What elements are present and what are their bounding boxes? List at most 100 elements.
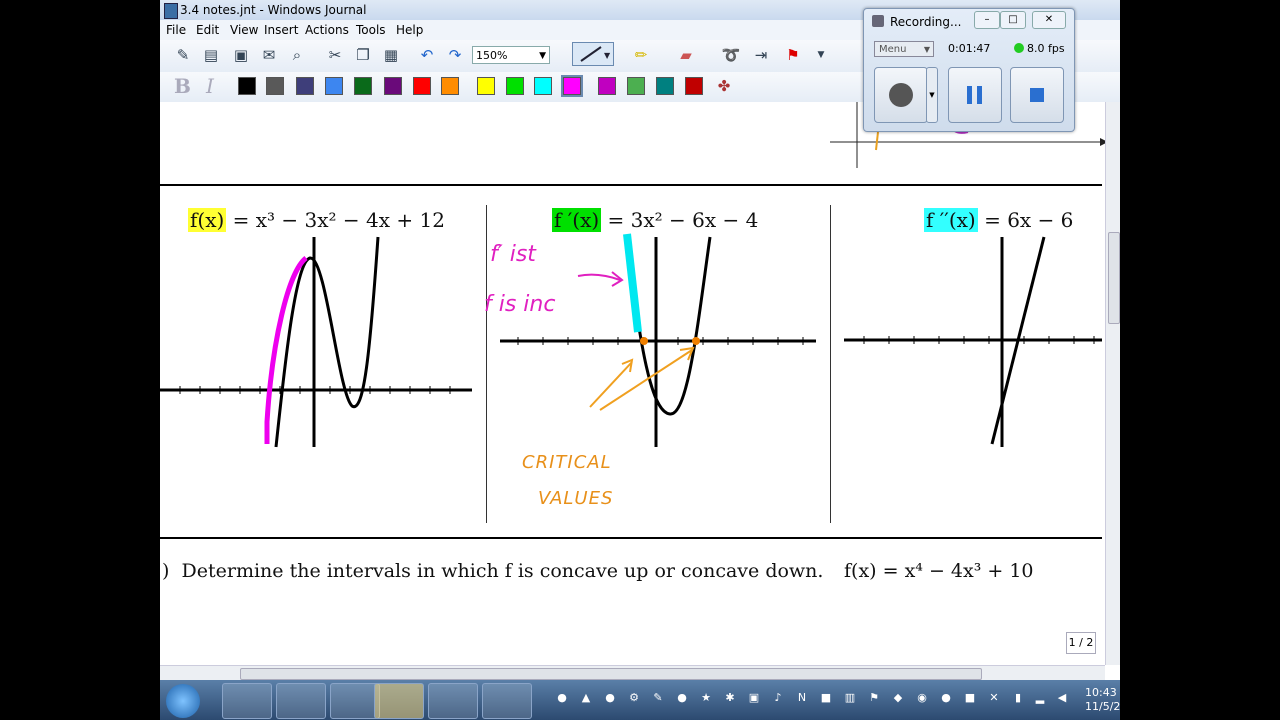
color-swatch[interactable]: [441, 77, 459, 95]
color-swatch[interactable]: [627, 77, 645, 95]
tray-icon-19[interactable]: ✕: [988, 692, 1000, 704]
chevron-down-icon: ▼: [923, 45, 930, 54]
fps-value: 8.0 fps: [1027, 42, 1065, 55]
tray-icon-11[interactable]: N: [796, 692, 808, 704]
chevron-down-icon[interactable]: ▼: [810, 44, 832, 66]
vertical-scroll-thumb[interactable]: [1108, 232, 1120, 324]
lasso-icon[interactable]: ➰: [720, 44, 742, 66]
eraser-icon[interactable]: ▰: [675, 44, 697, 66]
save-icon[interactable]: ▣: [230, 44, 252, 66]
record-icon: [889, 83, 913, 107]
clock-date: 11/5/20: [1085, 700, 1120, 713]
color-swatch[interactable]: [354, 77, 372, 95]
color-swatch[interactable]: [506, 77, 524, 95]
tray-icon-2[interactable]: ▲: [580, 692, 592, 704]
color-swatch[interactable]: [238, 77, 256, 95]
bluetooth-icon[interactable]: ✱: [724, 692, 736, 704]
minimize-button[interactable]: –: [974, 11, 1000, 29]
record-button[interactable]: [874, 67, 928, 123]
tray-icon-10[interactable]: ♪: [772, 692, 784, 704]
tray-icon-3[interactable]: ●: [604, 692, 616, 704]
close-button[interactable]: ✕: [1032, 11, 1066, 29]
network-icon[interactable]: ▂: [1034, 692, 1046, 704]
task-equation: f(x) = x⁴ − 4x³ + 10: [844, 560, 1034, 582]
horizontal-scrollbar[interactable]: [160, 665, 1105, 681]
menu-actions[interactable]: Actions: [305, 23, 349, 37]
tray-icon-13[interactable]: ▥: [844, 692, 856, 704]
color-swatch[interactable]: [656, 77, 674, 95]
taskbar-app-6[interactable]: [482, 683, 532, 719]
undo-icon[interactable]: ↶: [416, 44, 438, 66]
color-swatch[interactable]: [413, 77, 431, 95]
tray-icon-7[interactable]: ★: [700, 692, 712, 704]
new-note-icon[interactable]: ✎: [172, 44, 194, 66]
maximize-button[interactable]: □: [1000, 11, 1026, 29]
tray-icon-15[interactable]: ◆: [892, 692, 904, 704]
color-swatch[interactable]: [325, 77, 343, 95]
clock[interactable]: 10:43 A11/5/20: [1085, 686, 1120, 714]
status-dot-icon: [1014, 43, 1024, 53]
graph-fdoubleprime: [844, 236, 1102, 447]
vertical-scrollbar[interactable]: [1105, 102, 1120, 665]
redo-icon[interactable]: ↷: [444, 44, 466, 66]
taskbar-app-3[interactable]: [330, 683, 380, 719]
insert-space-icon[interactable]: ⇥: [750, 44, 772, 66]
color-swatch[interactable]: [266, 77, 284, 95]
battery-icon[interactable]: ▮: [1012, 692, 1024, 704]
color-swatch[interactable]: [534, 77, 552, 95]
stop-button[interactable]: [1010, 67, 1064, 123]
copy-icon[interactable]: ❐: [352, 44, 374, 66]
zoom-select[interactable]: 150% ▼: [472, 46, 550, 64]
find-icon[interactable]: ⌕: [286, 44, 308, 66]
color-swatch[interactable]: [477, 77, 495, 95]
tray-icon-1[interactable]: ●: [556, 692, 568, 704]
taskbar-app-2[interactable]: [276, 683, 326, 719]
start-button[interactable]: [166, 684, 200, 718]
tray-icon-18[interactable]: ■: [964, 692, 976, 704]
open-note-icon[interactable]: ▤: [200, 44, 222, 66]
cut-icon[interactable]: ✂: [324, 44, 346, 66]
graph-f: [160, 236, 472, 448]
tray-icon-6[interactable]: ●: [676, 692, 688, 704]
color-swatch[interactable]: [685, 77, 703, 95]
pen-tool-button[interactable]: ▼: [572, 42, 614, 66]
tray-icon-16[interactable]: ◉: [916, 692, 928, 704]
paste-icon[interactable]: ▦: [380, 44, 402, 66]
menu-view[interactable]: View: [230, 23, 258, 37]
clock-time: 10:43 A: [1085, 686, 1120, 699]
horizontal-scroll-thumb[interactable]: [240, 668, 982, 680]
color-swatch[interactable]: [296, 77, 314, 95]
taskbar-app-1[interactable]: [222, 683, 272, 719]
tray-icon-14[interactable]: ⚑: [868, 692, 880, 704]
menu-insert[interactable]: Insert: [264, 23, 298, 37]
color-picker-icon[interactable]: ✤: [713, 75, 735, 97]
taskbar-app-5[interactable]: [428, 683, 478, 719]
menu-help[interactable]: Help: [396, 23, 423, 37]
color-swatch[interactable]: [561, 75, 583, 97]
bold-button[interactable]: B: [174, 74, 191, 98]
menu-file[interactable]: File: [166, 23, 186, 37]
italic-button[interactable]: I: [206, 74, 214, 98]
pause-button[interactable]: [948, 67, 1002, 123]
highlighter-icon[interactable]: ✏: [630, 44, 652, 66]
record-options-chevron-icon[interactable]: ▼: [926, 67, 938, 123]
color-swatch[interactable]: [598, 77, 616, 95]
divider-top: [160, 184, 1102, 186]
tray-icon-17[interactable]: ●: [940, 692, 952, 704]
tray-icon-12[interactable]: ■: [820, 692, 832, 704]
email-icon[interactable]: ✉: [258, 44, 280, 66]
color-swatch[interactable]: [384, 77, 402, 95]
menu-edit[interactable]: Edit: [196, 23, 219, 37]
recorder-menu-dropdown[interactable]: Menu ▼: [874, 41, 934, 57]
tray-icon-4[interactable]: ⚙: [628, 692, 640, 704]
menu-tools[interactable]: Tools: [356, 23, 386, 37]
tray-icon-9[interactable]: ▣: [748, 692, 760, 704]
tray-icon-5[interactable]: ✎: [652, 692, 664, 704]
volume-icon[interactable]: ◀: [1056, 692, 1068, 704]
window-title: 3.4 notes.jnt - Windows Journal: [180, 3, 367, 17]
flag-icon[interactable]: ⚑: [782, 44, 804, 66]
taskbar-explorer[interactable]: [374, 683, 424, 719]
recorder-app-icon: [872, 15, 884, 27]
equation-fdoubleprime: f ′′(x) = 6x − 6: [924, 208, 1073, 232]
graph-fprime: [500, 233, 816, 447]
